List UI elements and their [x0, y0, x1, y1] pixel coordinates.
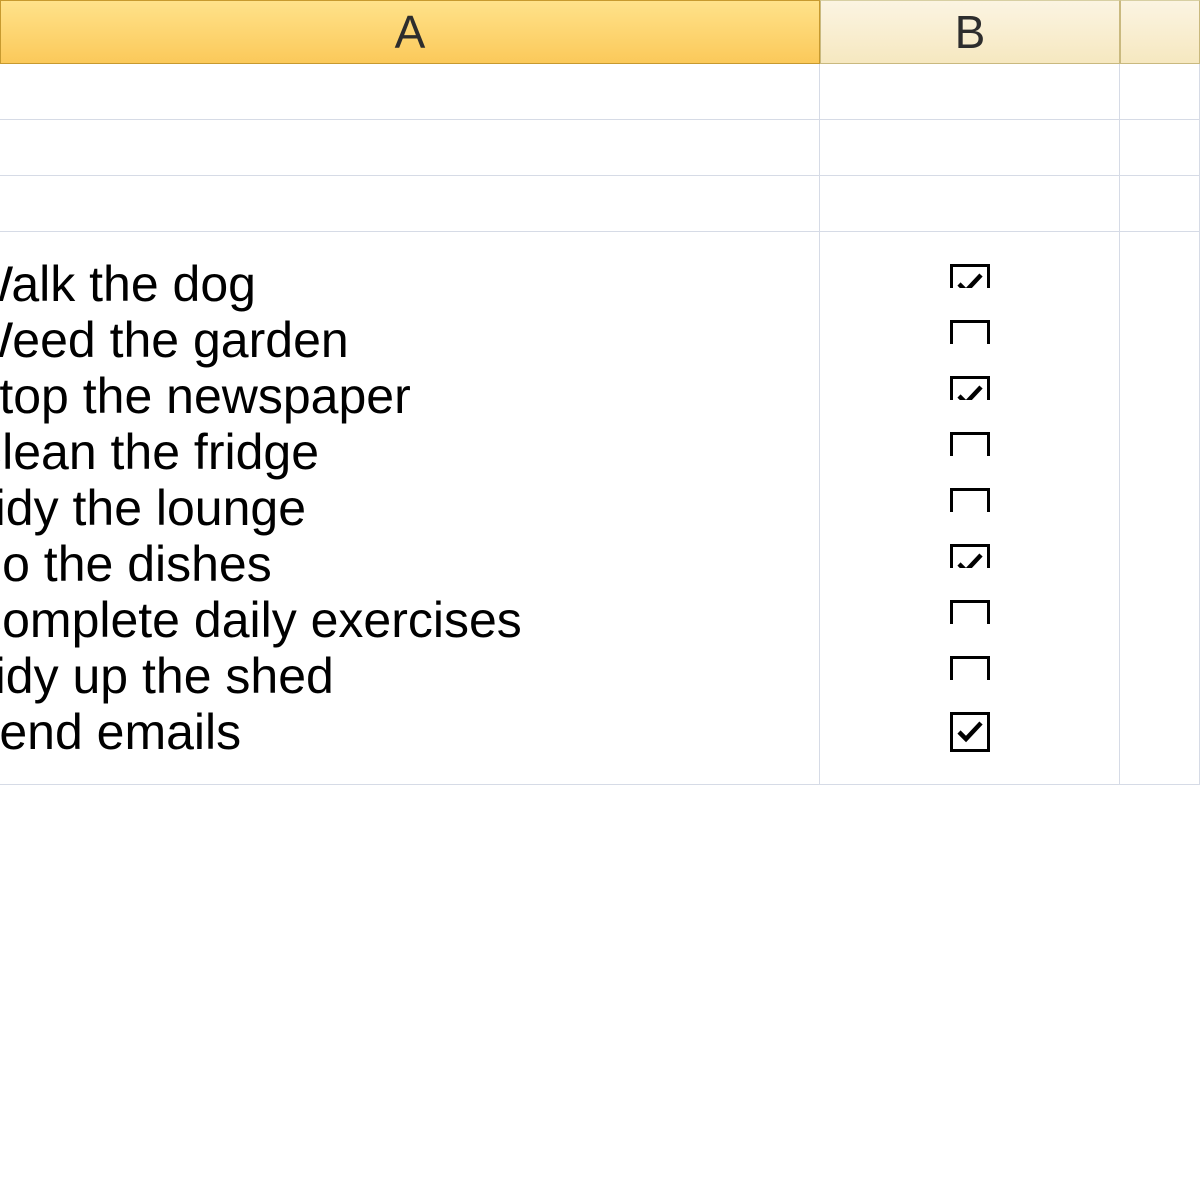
- cell-b[interactable]: [820, 680, 1120, 785]
- cell-text: Complete daily exercises: [0, 591, 522, 649]
- cell-a[interactable]: [0, 176, 820, 232]
- cell-b[interactable]: [820, 120, 1120, 176]
- cell-text: Tidy up the shed: [0, 647, 334, 705]
- column-header-row: A B: [0, 0, 1200, 64]
- cell-text: Tidy the lounge: [0, 479, 306, 537]
- cell-text: Send emails: [0, 703, 241, 761]
- cell-c[interactable]: [1120, 64, 1200, 120]
- checkbox[interactable]: [950, 712, 990, 752]
- cell-a[interactable]: [0, 64, 820, 120]
- column-header-c[interactable]: [1120, 0, 1200, 64]
- cell-text: Weed the garden: [0, 311, 349, 369]
- cell-text: Walk the dog: [0, 255, 256, 313]
- cell-c[interactable]: [1120, 680, 1200, 785]
- cell-a[interactable]: [0, 120, 820, 176]
- cell-c[interactable]: [1120, 120, 1200, 176]
- cell-text: Do the dishes: [0, 535, 272, 593]
- spreadsheet-grid: Walk the dogWeed the gardenStop the news…: [0, 64, 1200, 736]
- column-header-b[interactable]: B: [820, 0, 1120, 64]
- check-icon: [956, 720, 984, 744]
- cell-text: Clean the fridge: [0, 423, 319, 481]
- cell-b[interactable]: [820, 64, 1120, 120]
- cell-text: Stop the newspaper: [0, 367, 411, 425]
- cell-b[interactable]: [820, 176, 1120, 232]
- column-header-a[interactable]: A: [0, 0, 820, 64]
- cell-c[interactable]: [1120, 176, 1200, 232]
